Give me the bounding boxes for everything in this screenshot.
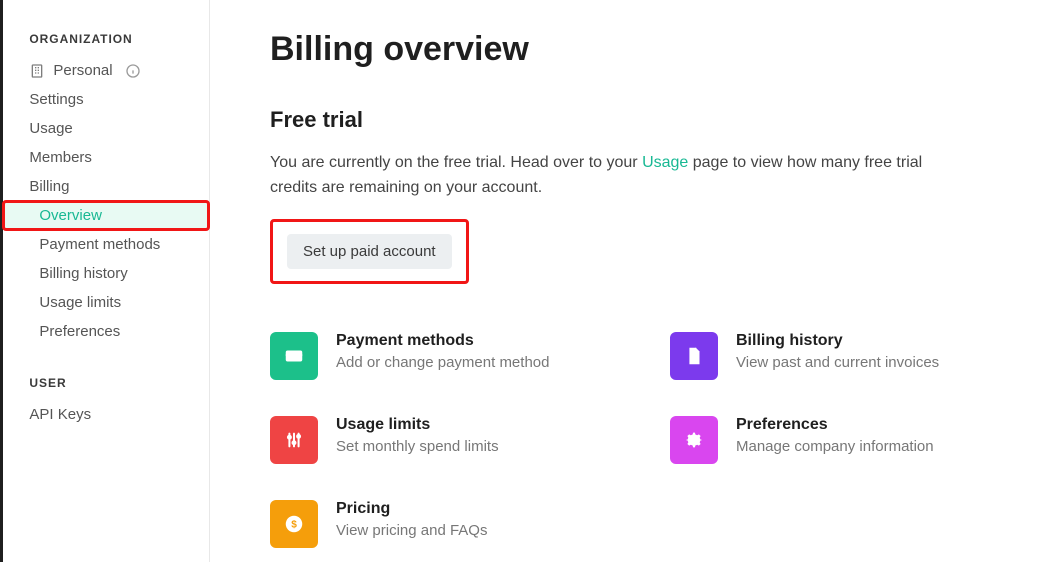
sidebar: ORGANIZATION Personal Settings Usage Mem… (3, 0, 210, 562)
tile-title: Payment methods (336, 332, 549, 350)
page-title: Billing overview (270, 30, 1010, 69)
svg-text:$: $ (291, 519, 297, 530)
sidebar-section-user-wrap: USER API Keys (3, 376, 209, 429)
tile-subtitle: Manage company information (736, 438, 934, 455)
sidebar-item-usage[interactable]: Usage (3, 114, 209, 143)
sidebar-subitem-usage-limits[interactable]: Usage limits (3, 288, 209, 317)
sidebar-item-label: Payment methods (39, 236, 160, 253)
sidebar-subitem-billing-history[interactable]: Billing history (3, 259, 209, 288)
sidebar-item-settings[interactable]: Settings (3, 85, 209, 114)
sidebar-item-label: Overview (39, 207, 102, 224)
sidebar-item-members[interactable]: Members (3, 143, 209, 172)
billing-tiles: Payment methods Add or change payment me… (270, 332, 1010, 548)
sidebar-item-label: Personal (53, 62, 112, 79)
sidebar-subitem-payment-methods[interactable]: Payment methods (3, 230, 209, 259)
sidebar-item-label: Billing history (39, 265, 127, 282)
sidebar-item-billing[interactable]: Billing (3, 172, 209, 201)
sidebar-section-user: USER (3, 376, 209, 400)
tile-usage-limits[interactable]: Usage limits Set monthly spend limits (270, 416, 610, 464)
sliders-icon (270, 416, 318, 464)
section-title-free-trial: Free trial (270, 107, 1010, 133)
tile-payment-methods[interactable]: Payment methods Add or change payment me… (270, 332, 610, 380)
tile-preferences[interactable]: Preferences Manage company information (670, 416, 1010, 464)
sidebar-subitem-overview[interactable]: Overview (3, 201, 209, 230)
sidebar-item-api-keys[interactable]: API Keys (3, 400, 209, 429)
sidebar-item-label: Preferences (39, 323, 120, 340)
document-icon (670, 332, 718, 380)
sidebar-subitem-preferences[interactable]: Preferences (3, 317, 209, 346)
setup-paid-account-highlight: Set up paid account (270, 219, 469, 284)
tile-title: Usage limits (336, 416, 499, 434)
usage-link[interactable]: Usage (642, 154, 688, 171)
building-icon (29, 63, 45, 79)
main-content: Billing overview Free trial You are curr… (210, 0, 1060, 562)
setup-paid-account-button[interactable]: Set up paid account (287, 234, 452, 269)
trial-description: You are currently on the free trial. Hea… (270, 151, 930, 201)
tile-subtitle: Add or change payment method (336, 354, 549, 371)
sidebar-item-label: Members (29, 149, 92, 166)
trial-text-before: You are currently on the free trial. Hea… (270, 154, 642, 171)
sidebar-item-personal[interactable]: Personal (3, 56, 209, 85)
info-icon (125, 63, 141, 79)
gear-icon (670, 416, 718, 464)
credit-card-icon (270, 332, 318, 380)
tile-pricing[interactable]: $ Pricing View pricing and FAQs (270, 500, 610, 548)
tile-title: Pricing (336, 500, 487, 518)
tile-subtitle: Set monthly spend limits (336, 438, 499, 455)
sidebar-item-label: Billing (29, 178, 69, 195)
sidebar-item-label: Usage (29, 120, 72, 137)
sidebar-item-label: Settings (29, 91, 83, 108)
tile-subtitle: View pricing and FAQs (336, 522, 487, 539)
sidebar-section-organization: ORGANIZATION (3, 32, 209, 56)
tile-billing-history[interactable]: Billing history View past and current in… (670, 332, 1010, 380)
tile-title: Preferences (736, 416, 934, 434)
sidebar-item-label: Usage limits (39, 294, 121, 311)
sidebar-item-label: API Keys (29, 406, 91, 423)
tile-subtitle: View past and current invoices (736, 354, 939, 371)
dollar-circle-icon: $ (270, 500, 318, 548)
tile-title: Billing history (736, 332, 939, 350)
